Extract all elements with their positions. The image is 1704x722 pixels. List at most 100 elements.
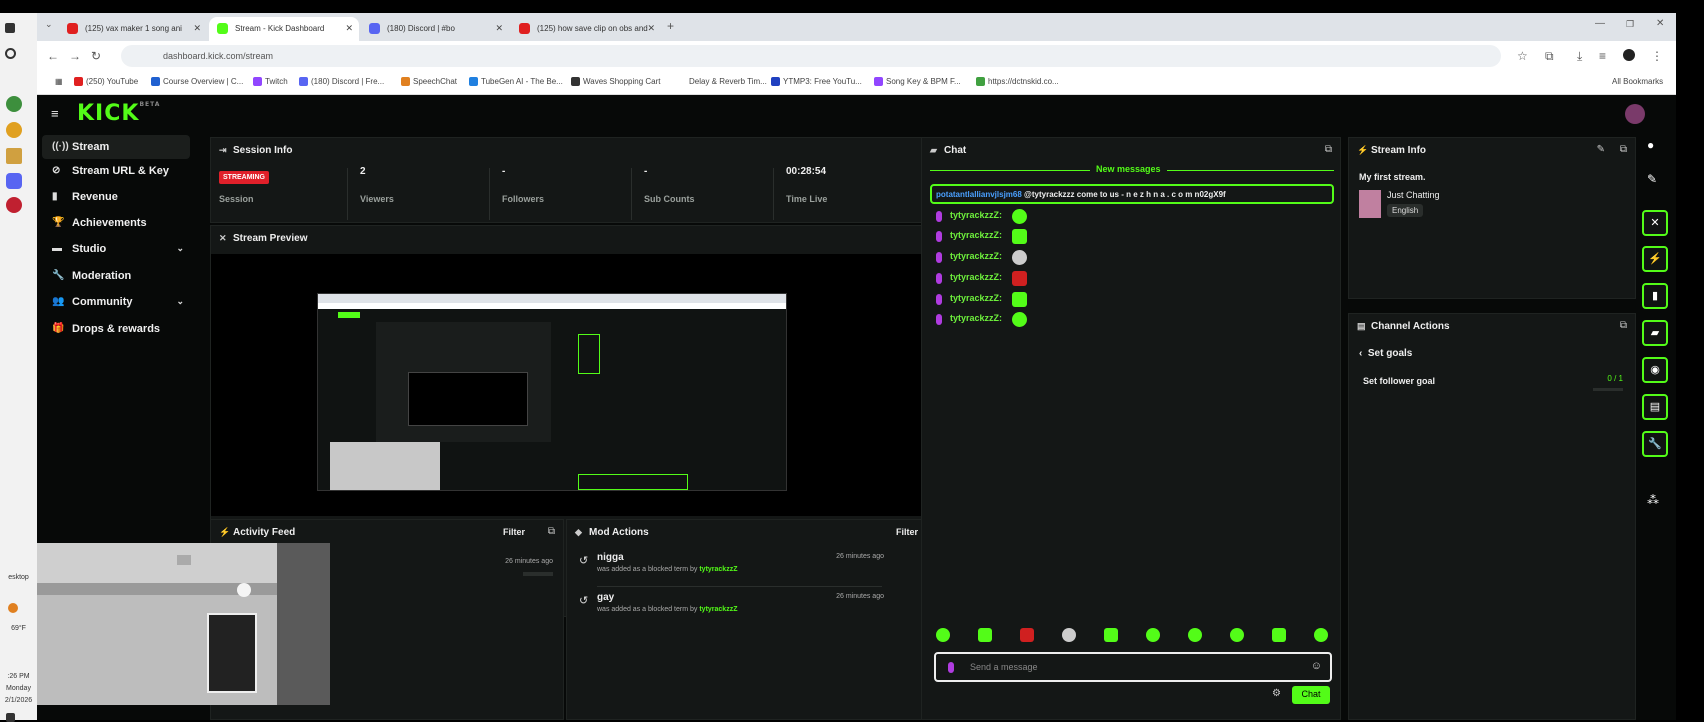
follower-goal-label[interactable]: Set follower goal bbox=[1363, 376, 1435, 386]
bookmark-star-icon[interactable]: ☆ bbox=[1517, 49, 1528, 63]
chat-icon: ▰ bbox=[930, 145, 937, 155]
close-tab-icon[interactable]: ✕ bbox=[495, 23, 503, 34]
bookmark-item[interactable]: Delay & Reverb Tim... bbox=[677, 77, 767, 86]
bolt-icon: ⚡ bbox=[1357, 145, 1369, 155]
top-black-strip bbox=[0, 0, 1704, 13]
shortcut-button[interactable]: ⚡ bbox=[1642, 246, 1668, 272]
stat-session: STREAMING Session bbox=[219, 166, 339, 216]
firefox-icon[interactable] bbox=[6, 122, 22, 138]
filter-button[interactable]: Filter bbox=[503, 527, 525, 537]
sidebar-item-revenue[interactable]: ▮ Revenue bbox=[42, 185, 190, 209]
language-tag: English bbox=[1387, 204, 1424, 217]
emote-quick-icon[interactable] bbox=[1314, 628, 1328, 642]
sidebar-item-studio[interactable]: ▬ Studio ⌄ bbox=[42, 237, 190, 261]
sidebar-item-moderation[interactable]: 🔧 Moderation bbox=[42, 264, 190, 288]
hamburger-menu-icon[interactable]: ≡ bbox=[51, 106, 59, 121]
user-avatar[interactable] bbox=[1625, 104, 1645, 124]
emote-quick-icon[interactable] bbox=[1230, 628, 1244, 642]
bookmark-item[interactable]: Song Key & BPM F... bbox=[874, 77, 961, 86]
shortcut-button[interactable]: ✕ bbox=[1642, 210, 1668, 236]
discord-icon[interactable] bbox=[6, 173, 22, 189]
edit-icon[interactable]: ✎ bbox=[1647, 172, 1657, 186]
shortcut-button[interactable]: ◉ bbox=[1642, 357, 1668, 383]
kick-logo[interactable]: KICKBETA bbox=[77, 101, 160, 126]
browser-tab-active[interactable]: Stream - Kick Dashboard ✕ bbox=[209, 17, 359, 41]
all-bookmarks[interactable]: All Bookmarks bbox=[1600, 77, 1663, 86]
filter-button[interactable]: Filter bbox=[896, 527, 918, 537]
download-icon[interactable]: ⤓ bbox=[1577, 49, 1582, 64]
notification-icon[interactable] bbox=[6, 713, 15, 722]
menu-icon[interactable]: ⋮ bbox=[1651, 49, 1663, 63]
emote-quick-icon[interactable] bbox=[1188, 628, 1202, 642]
sidebar-item-achievements[interactable]: 🏆 Achievements bbox=[42, 211, 190, 235]
apps-icon[interactable]: ▦ bbox=[43, 77, 63, 86]
close-window-icon[interactable]: ✕ bbox=[1656, 18, 1664, 29]
chrome-icon[interactable] bbox=[6, 96, 22, 112]
browser-tab[interactable]: (125) vax maker 1 song ani ✕ bbox=[59, 17, 207, 41]
bookmark-item[interactable]: (180) Discord | Fre... bbox=[299, 77, 384, 86]
popout-icon[interactable]: ⧉ bbox=[1620, 144, 1627, 155]
chat-settings-icon[interactable]: ⚙ bbox=[1272, 688, 1281, 699]
chat-panel: ▰ Chat ⧉ New messages potatantlallianvjls… bbox=[921, 137, 1341, 720]
bookmark-item[interactable]: Waves Shopping Cart bbox=[571, 77, 661, 86]
media-icon[interactable]: ≡ bbox=[1599, 49, 1606, 63]
extensions-icon[interactable]: ⧉ bbox=[1545, 49, 1554, 64]
follower-goal-bar bbox=[1593, 388, 1623, 391]
bookmark-item[interactable]: TubeGen AI - The Be... bbox=[469, 77, 563, 86]
profile-avatar[interactable] bbox=[1623, 49, 1635, 61]
add-shortcut-icon[interactable]: ⁂ bbox=[1647, 493, 1659, 507]
browser-tab[interactable]: (125) how save clip on obs and ✕ bbox=[511, 17, 661, 41]
emote-quick-icon[interactable] bbox=[1272, 628, 1286, 642]
search-icon[interactable] bbox=[5, 48, 16, 59]
sidebar-item-drops-rewards[interactable]: 🎁 Drops & rewards bbox=[42, 317, 190, 341]
emote-quick-icon[interactable] bbox=[1020, 628, 1034, 642]
shortcut-button[interactable]: 🔧 bbox=[1642, 431, 1668, 457]
shortcut-button[interactable]: ▮ bbox=[1642, 283, 1668, 309]
back-icon[interactable]: ← bbox=[47, 49, 59, 63]
preview-video[interactable] bbox=[211, 254, 956, 516]
windows-start-icon[interactable] bbox=[5, 23, 15, 33]
popout-icon[interactable]: ⧉ bbox=[1325, 144, 1332, 155]
app-icon[interactable] bbox=[6, 197, 22, 213]
file-explorer-icon[interactable] bbox=[6, 148, 22, 164]
edit-icon[interactable]: ✎ bbox=[1597, 144, 1605, 155]
bookmark-item[interactable]: Twitch bbox=[253, 77, 288, 86]
bookmark-item[interactable]: https://dctnskid.co... bbox=[976, 77, 1059, 86]
bookmark-item[interactable]: YTMP3: Free YouTu... bbox=[771, 77, 862, 86]
browser-tab[interactable]: (180) Discord | #bo ✕ bbox=[361, 17, 509, 41]
sidebar-item-community[interactable]: 👥 Community ⌄ bbox=[42, 290, 190, 314]
popout-icon[interactable]: ⧉ bbox=[1620, 320, 1627, 331]
category-name[interactable]: Just Chatting bbox=[1387, 190, 1440, 200]
sidebar-item-stream[interactable]: ((·)) Stream bbox=[42, 135, 190, 159]
url-input[interactable]: dashboard.kick.com/stream bbox=[121, 45, 1501, 67]
emote-icon bbox=[1012, 292, 1027, 307]
popout-icon[interactable]: ⧉ bbox=[548, 526, 555, 537]
send-chat-button[interactable]: Chat bbox=[1292, 686, 1330, 704]
bookmark-item[interactable]: Course Overview | C... bbox=[151, 77, 243, 86]
emote-quick-icon[interactable] bbox=[936, 628, 950, 642]
emote-quick-icon[interactable] bbox=[1062, 628, 1076, 642]
set-goals-back[interactable]: ‹ Set goals bbox=[1359, 348, 1412, 359]
emote-icon bbox=[1012, 271, 1027, 286]
shortcut-button[interactable]: ▤ bbox=[1642, 394, 1668, 420]
reload-icon[interactable]: ↻ bbox=[91, 49, 101, 63]
forward-icon[interactable]: → bbox=[69, 49, 81, 63]
sidebar-item-stream-url-key[interactable]: ⊘ Stream URL & Key bbox=[42, 159, 190, 183]
bookmark-item[interactable]: (250) YouTube bbox=[74, 77, 138, 86]
tab-search-icon[interactable]: ⌄ bbox=[45, 19, 53, 30]
emote-quick-icon[interactable] bbox=[1104, 628, 1118, 642]
close-tab-icon[interactable]: ✕ bbox=[345, 23, 353, 34]
category-thumbnail bbox=[1359, 190, 1381, 218]
chat-input[interactable]: Send a message ☺ bbox=[934, 652, 1332, 682]
minimize-icon[interactable]: — bbox=[1595, 18, 1605, 29]
mod-action-row: ↺ nigga was added as a blocked term by t… bbox=[579, 552, 884, 573]
close-tab-icon[interactable]: ✕ bbox=[647, 23, 655, 34]
new-tab-icon[interactable]: + bbox=[667, 19, 674, 33]
close-tab-icon[interactable]: ✕ bbox=[193, 23, 201, 34]
bookmark-item[interactable]: SpeechChat bbox=[401, 77, 457, 86]
emote-quick-icon[interactable] bbox=[1146, 628, 1160, 642]
info-icon[interactable]: ● bbox=[1647, 138, 1654, 152]
emote-quick-icon[interactable] bbox=[978, 628, 992, 642]
shortcut-button[interactable]: ▰ bbox=[1642, 320, 1668, 346]
restore-icon[interactable]: ❐ bbox=[1626, 19, 1634, 30]
